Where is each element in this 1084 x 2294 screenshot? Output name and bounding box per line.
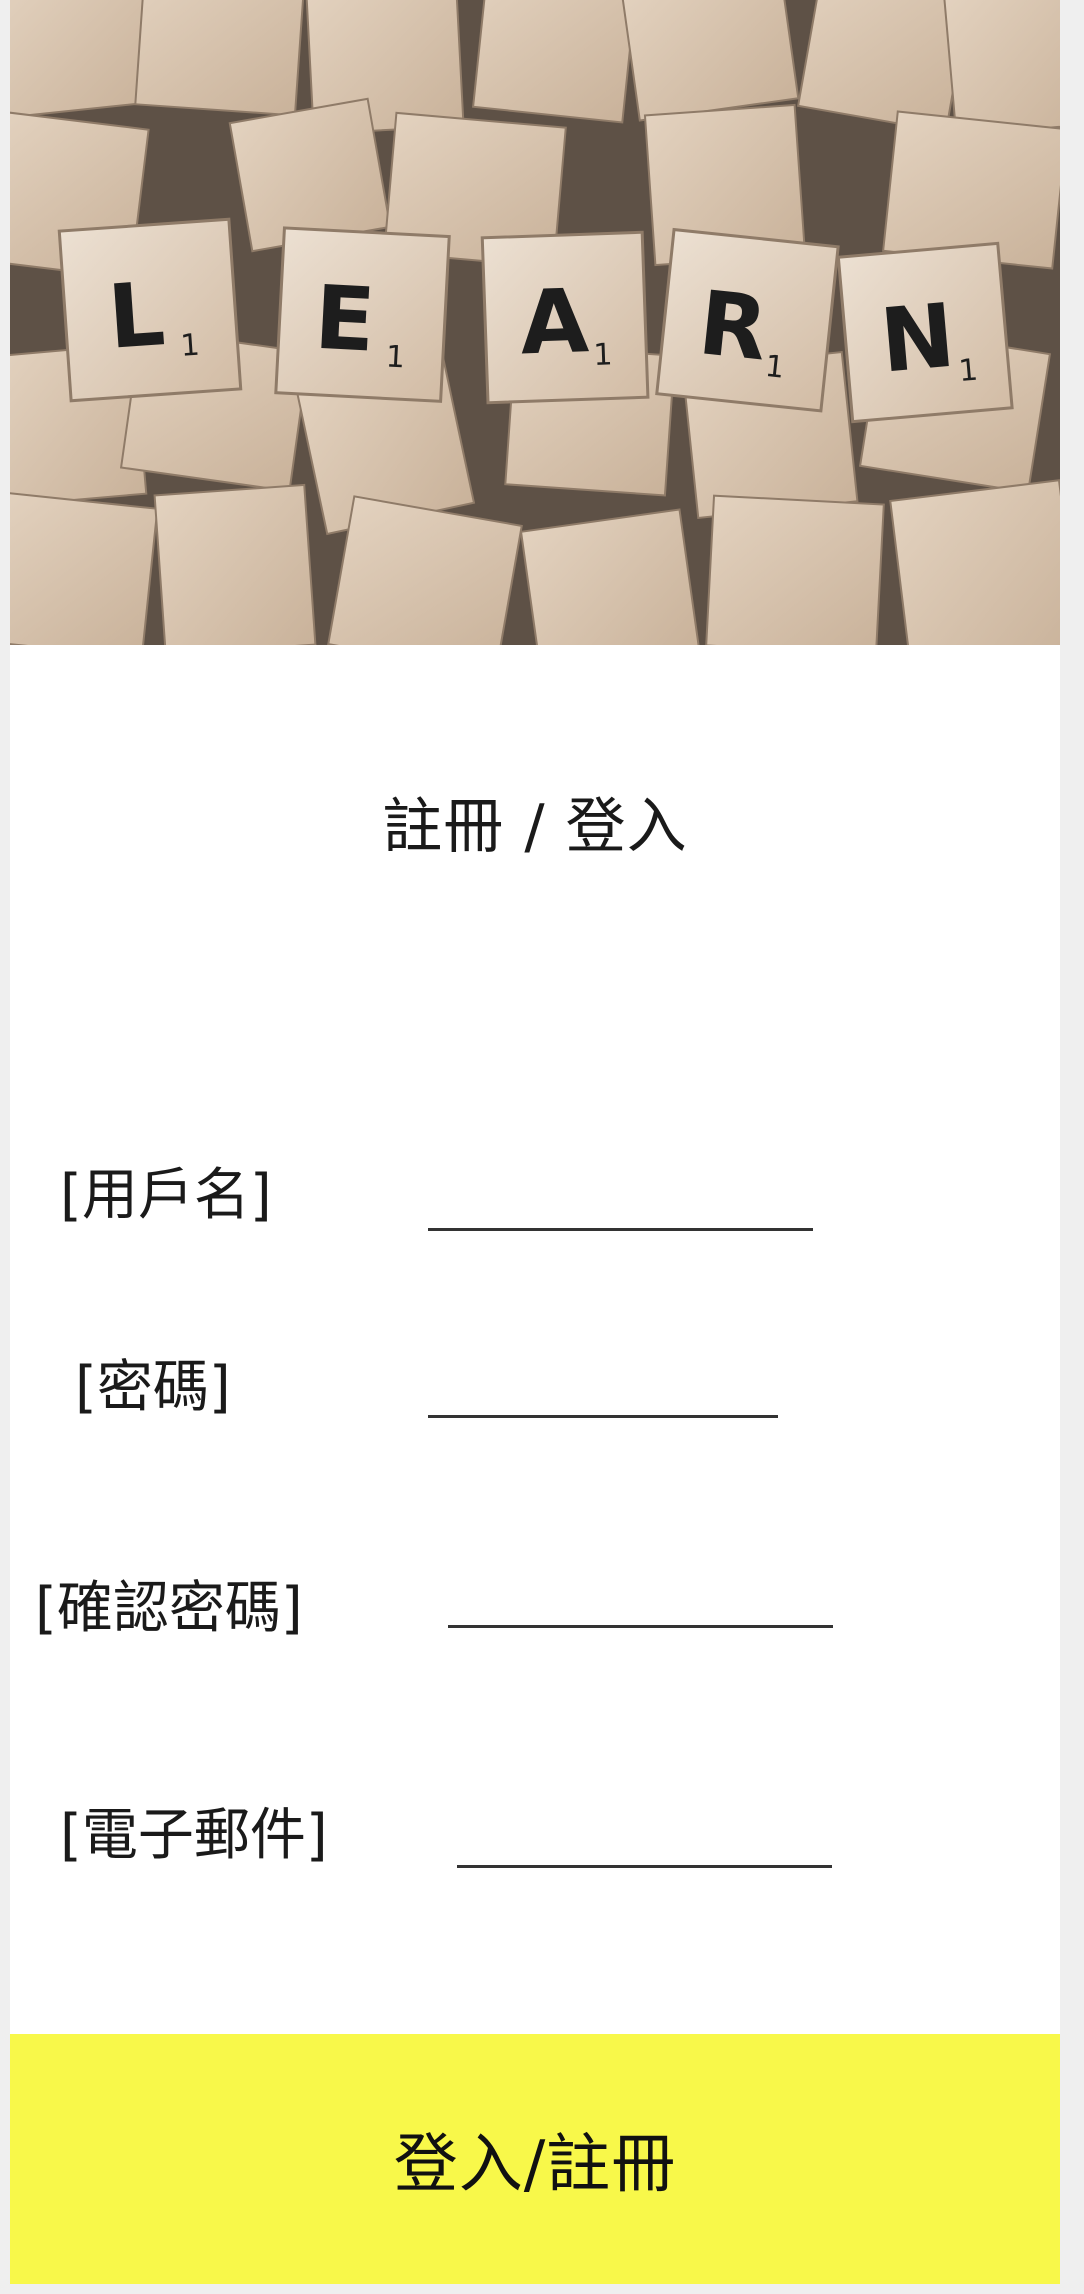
tile-letter: N (876, 284, 958, 393)
username-input[interactable] (428, 1188, 813, 1231)
tile-value: 1 (763, 349, 786, 386)
tile-value: 1 (179, 328, 200, 364)
tile-value: 1 (957, 353, 979, 390)
scrabble-tiles-image: L 1 E 1 A 1 R 1 N 1 (10, 0, 1060, 645)
username-label: [用戶名] (60, 1163, 272, 1228)
tile-letter: E (312, 266, 377, 372)
tile-value: 1 (593, 337, 613, 373)
hero-image: L 1 E 1 A 1 R 1 N 1 (10, 0, 1060, 645)
email-input[interactable] (457, 1825, 832, 1868)
confirm-password-label: [確認密碼] (35, 1576, 303, 1641)
password-label: [密碼] (75, 1355, 231, 1420)
password-input[interactable] (428, 1375, 778, 1418)
confirm-password-input[interactable] (448, 1585, 833, 1628)
login-register-button[interactable]: 登入/註冊 (10, 2034, 1060, 2284)
tile-letter: A (518, 269, 590, 374)
register-login-screen: L 1 E 1 A 1 R 1 N 1 註冊 / 登入 [用戶名] [密碼] [… (10, 0, 1060, 2284)
email-label: [電子郵件] (60, 1803, 328, 1868)
tile-value: 1 (385, 339, 406, 375)
tile-letter: L (105, 262, 168, 369)
page-title: 註冊 / 登入 (382, 792, 688, 862)
tile-letter: R (694, 271, 772, 381)
